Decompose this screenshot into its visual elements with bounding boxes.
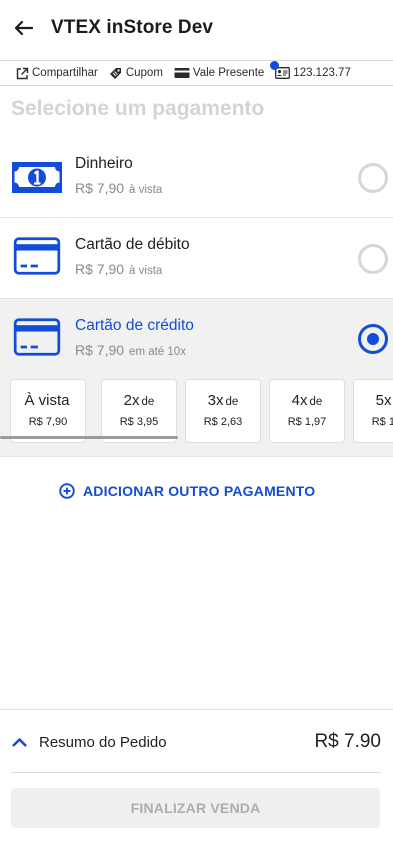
payment-name: Dinheiro <box>75 155 133 172</box>
customer-button[interactable]: 123.123.77 <box>270 61 351 79</box>
horizontal-scrollbar[interactable] <box>0 436 178 439</box>
gift-card-button[interactable]: Vale Presente <box>174 67 264 79</box>
installment-option[interactable]: 5xde R$ 1,58 <box>353 379 393 443</box>
customer-id-label: 123.123.77 <box>293 67 351 79</box>
payment-option-debit[interactable]: Cartão de débito R$ 7,90 à vista <box>0 218 393 299</box>
installment-value: R$ 7,90 <box>28 416 68 428</box>
radio-credit[interactable] <box>358 324 388 354</box>
share-label: Compartilhar <box>32 67 98 79</box>
footer-divider <box>0 709 393 710</box>
installment-option[interactable]: 4x de R$ 1,97 <box>269 379 345 443</box>
payment-option-credit[interactable]: Cartão de crédito R$ 7,90 em até 10x <box>0 299 393 380</box>
installment-count: 5xde <box>375 392 392 409</box>
payment-price: R$ 7,90 à vista <box>75 261 162 277</box>
installment-option[interactable]: 3x de R$ 2,63 <box>185 379 261 443</box>
coupon-button[interactable]: Cupom <box>109 67 163 80</box>
installment-count: 2x de <box>123 392 155 409</box>
coupon-label: Cupom <box>125 67 163 79</box>
price-value: R$ 7,90 <box>75 261 125 277</box>
share-button[interactable]: Compartilhar <box>16 67 98 80</box>
finalize-sale-button[interactable]: FINALIZAR VENDA <box>11 788 380 828</box>
installment-value: R$ 3,95 <box>119 416 159 428</box>
share-icon <box>16 67 29 79</box>
back-arrow-icon[interactable] <box>12 17 34 39</box>
radio-cash[interactable] <box>358 163 388 193</box>
payment-name: Cartão de débito <box>75 236 190 253</box>
installment-option[interactable]: 2x de R$ 3,95 <box>101 379 177 443</box>
summary-divider <box>11 772 381 773</box>
price-note: em até 10x <box>129 346 186 358</box>
chevron-up-icon <box>12 737 27 747</box>
order-summary-label: Resumo do Pedido <box>39 733 167 751</box>
debit-card-icon <box>13 237 61 275</box>
order-total: R$ 7.90 <box>314 731 381 752</box>
payment-name: Cartão de crédito <box>75 317 194 334</box>
installment-options[interactable]: À vista R$ 7,90 2x de R$ 3,95 3x de R$ 2,6… <box>0 379 393 457</box>
app-header: VTEX inStore Dev <box>0 0 393 56</box>
installment-count: 3x de <box>207 392 239 409</box>
cash-icon <box>12 162 62 193</box>
installment-value: R$ 2,63 <box>203 416 243 428</box>
installment-value: R$ 1,97 <box>287 416 327 428</box>
order-summary-toggle[interactable]: Resumo do Pedido R$ 7.90 <box>11 723 381 761</box>
gift-card-label: Vale Presente <box>192 67 265 79</box>
payment-price: R$ 7,90 em até 10x <box>75 342 186 358</box>
installment-count: À vista <box>24 392 70 409</box>
payment-price: R$ 7,90 à vista <box>75 180 162 196</box>
add-payment-button[interactable]: ADICIONAR OUTRO PAGAMENTO <box>59 483 315 499</box>
payment-option-cash[interactable]: Dinheiro R$ 7,90 à vista <box>0 137 393 218</box>
price-note: à vista <box>129 184 163 196</box>
gift-card-icon <box>174 68 190 78</box>
credit-card-icon <box>13 318 61 356</box>
installment-count: 4x de <box>291 392 323 409</box>
installment-value: R$ 1,58 <box>371 416 393 428</box>
add-payment-label: ADICIONAR OUTRO PAGAMENTO <box>83 483 316 499</box>
page-title: VTEX inStore Dev <box>51 17 214 38</box>
price-value: R$ 7,90 <box>75 342 125 358</box>
installment-option[interactable]: À vista R$ 7,90 <box>10 379 86 443</box>
action-toolbar: Compartilhar Cupom Vale Presente 123.123… <box>0 60 393 86</box>
radio-debit[interactable] <box>358 244 388 274</box>
section-title: Selecione um pagamento <box>11 97 265 120</box>
coupon-icon <box>109 67 121 79</box>
price-note: à vista <box>129 265 163 277</box>
plus-circle-icon <box>59 483 75 499</box>
price-value: R$ 7,90 <box>75 180 125 196</box>
